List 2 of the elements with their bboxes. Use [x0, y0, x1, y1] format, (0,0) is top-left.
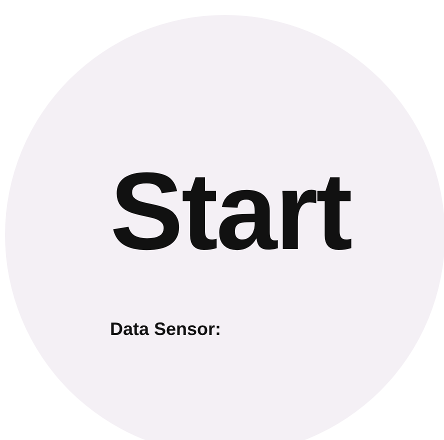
data-sensor-label: Data Sensor: [110, 319, 222, 340]
start-title: Start [110, 157, 351, 267]
